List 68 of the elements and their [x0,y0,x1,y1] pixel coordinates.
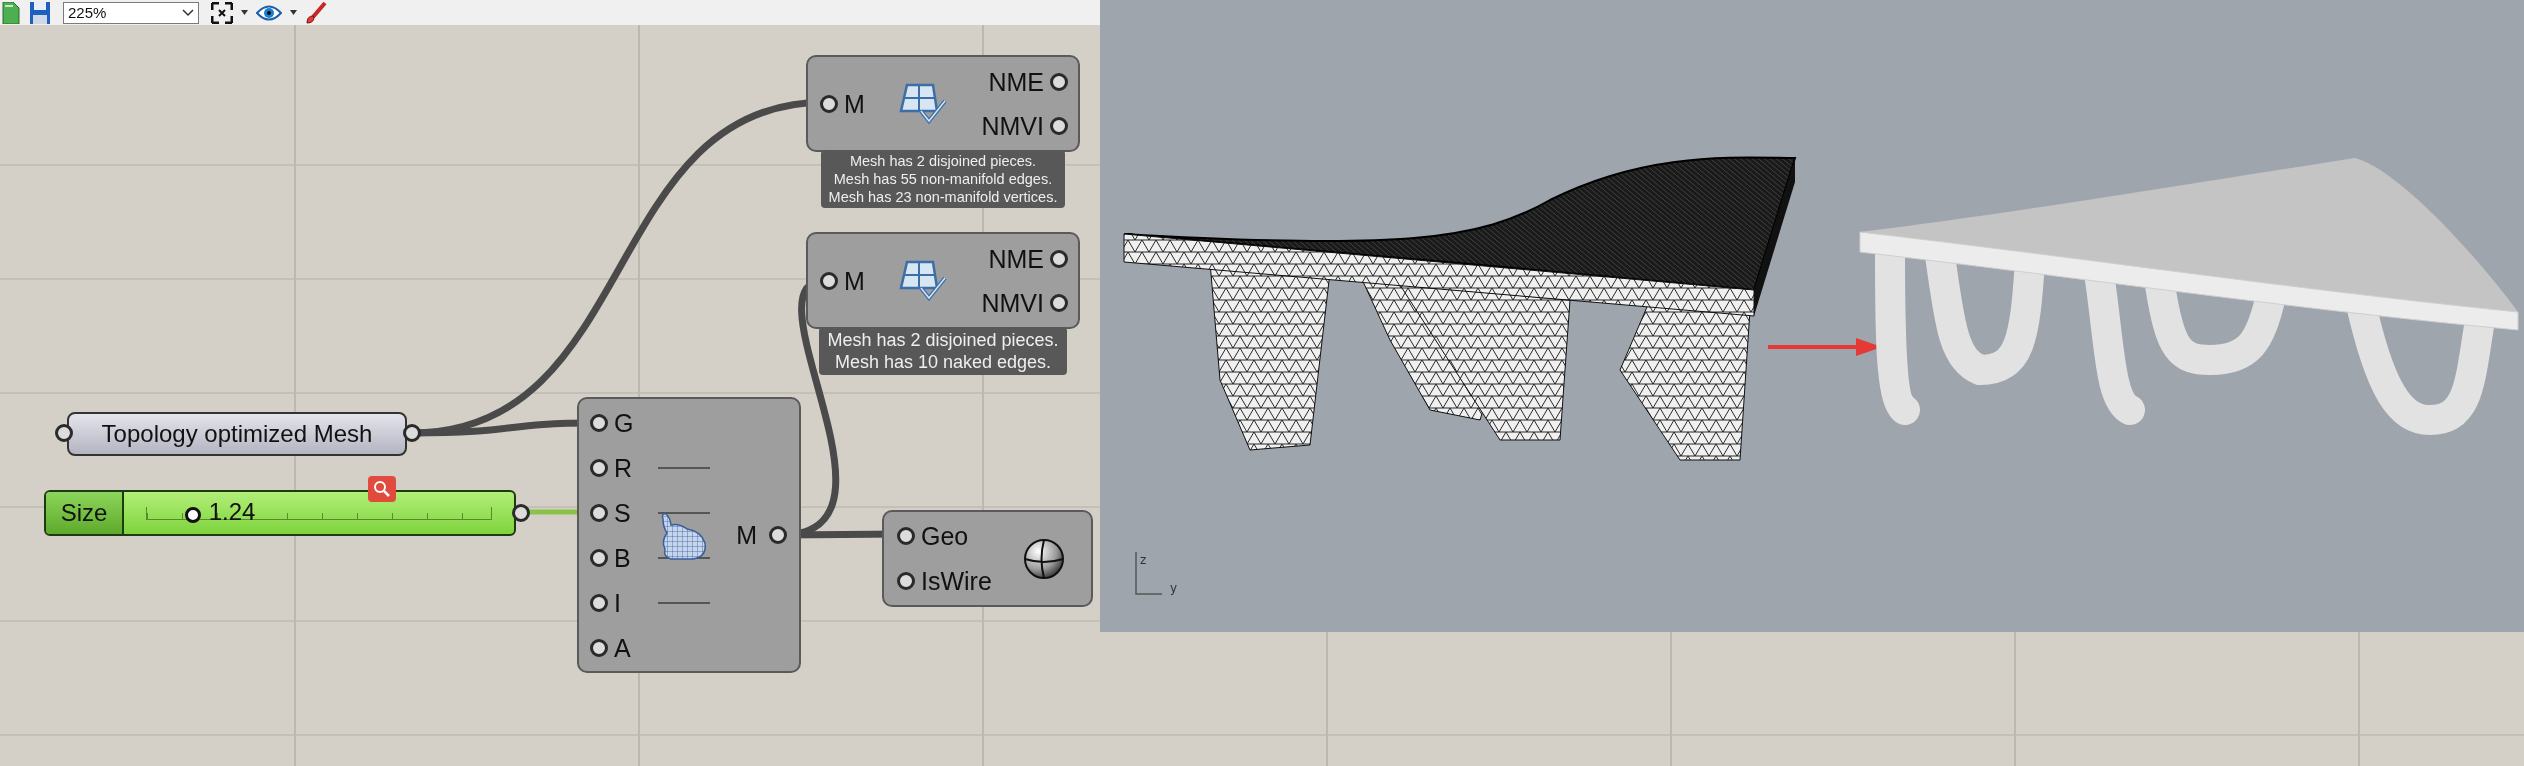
output-port[interactable] [1050,293,1068,312]
mesh-check-icon [899,259,948,302]
port-label: B [614,542,631,573]
default-value-line [658,466,710,469]
caret-icon[interactable] [290,10,297,15]
open-file-icon[interactable] [1,1,21,24]
input-port[interactable] [820,271,838,290]
input-port[interactable] [55,424,73,442]
output-port[interactable] [1050,116,1068,135]
port-label: M [844,88,865,119]
sphere-icon [1023,537,1065,580]
mesh-check-node[interactable]: M NME NMVI [806,232,1080,329]
port-label: IsWire [921,566,992,596]
slider-label: Size [46,492,124,534]
brush-icon[interactable] [305,1,327,24]
chevron-down-icon [182,8,194,17]
status-message: Mesh has 2 disjoined pieces. [849,152,1037,170]
port-label: I [614,587,621,618]
slider-grip[interactable] [184,506,201,523]
number-slider[interactable]: Size 1.24 [44,490,516,536]
port-label: A [614,632,631,663]
output-port[interactable] [512,504,530,522]
mesh-check-icon [899,82,948,125]
zoom-extents-icon[interactable] [211,1,233,24]
caret-icon[interactable] [241,10,248,15]
axis-label: z [1140,553,1147,567]
port-label: M [736,520,757,550]
axis-label: y [1170,581,1178,595]
port-label: S [614,497,631,528]
input-port[interactable] [897,527,915,545]
input-port[interactable] [590,458,608,477]
mesh-check-node[interactable]: M NME NMVI [806,55,1080,152]
remesh-node[interactable]: G R S B I A M [577,397,801,673]
save-icon[interactable] [29,1,51,24]
port-label: G [614,407,634,438]
port-label: NME [988,66,1044,97]
axis-icon [1135,551,1163,595]
3d-viewport[interactable]: z y [1100,0,2524,632]
port-label: R [614,452,633,483]
port-label: NMVI [981,110,1044,141]
default-value-line [658,511,710,514]
output-port[interactable] [1050,249,1068,268]
text-panel[interactable]: Topology optimized Mesh [67,412,407,456]
port-label: Geo [921,521,969,551]
input-port[interactable] [590,413,608,432]
input-port[interactable] [897,572,915,590]
status-message: Mesh has 10 naked edges. [834,351,1052,373]
output-port[interactable] [403,424,421,442]
display-node[interactable]: Geo IsWire [882,510,1093,607]
input-port[interactable] [590,593,608,612]
input-port[interactable] [820,94,838,113]
input-port[interactable] [590,548,608,567]
port-label: M [844,265,865,296]
magnifier-icon[interactable] [368,476,396,502]
input-port[interactable] [590,638,608,657]
zoom-dropdown[interactable]: 225% [63,1,199,24]
output-port[interactable] [769,526,787,544]
slider-value: 1.24 [208,497,256,526]
output-port[interactable] [1050,72,1068,91]
panel-text: Topology optimized Mesh [101,420,373,448]
eye-icon[interactable] [256,3,282,22]
default-value-line [658,601,710,604]
input-port[interactable] [590,503,608,522]
status-message: Mesh has 2 disjoined pieces. [827,329,1059,351]
port-label: NME [988,243,1044,274]
status-message: Mesh has 55 non-manifold edges. [833,170,1053,188]
status-message: Mesh has 23 non-manifold vertices. [828,188,1058,206]
port-label: NMVI [981,287,1044,318]
